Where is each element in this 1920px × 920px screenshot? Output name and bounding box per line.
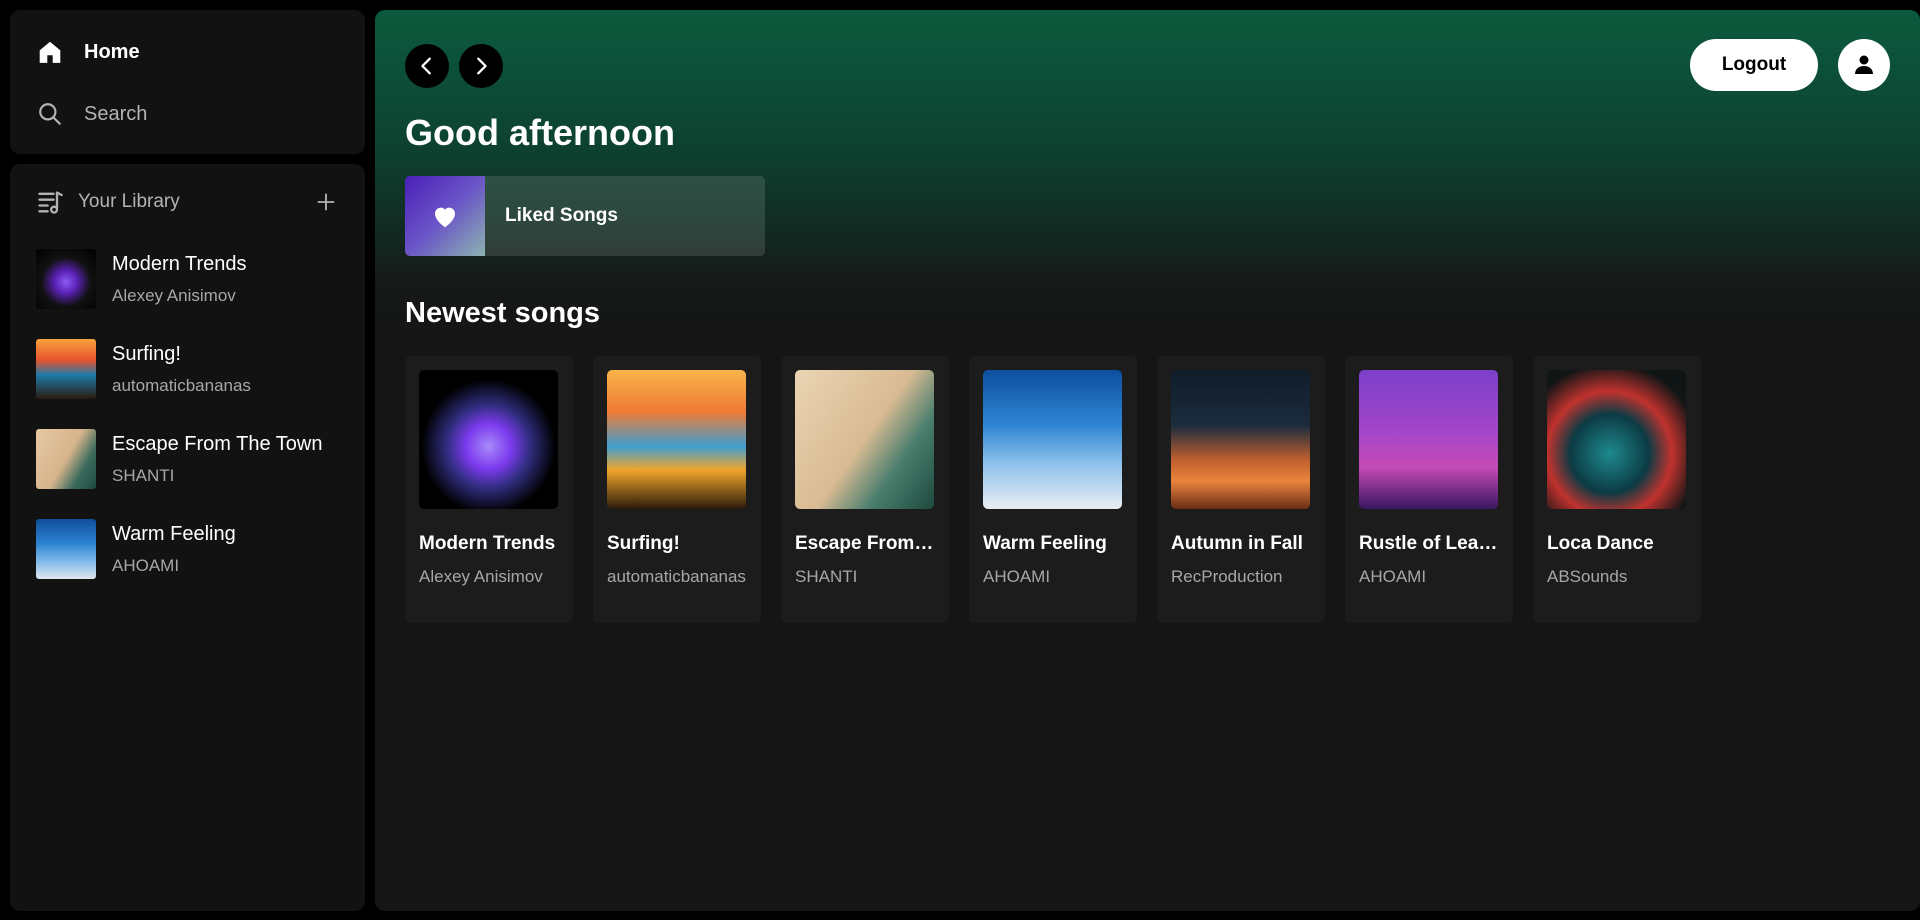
song-title: Surfing! — [607, 533, 680, 554]
song-artist: RecProduction — [1171, 567, 1283, 586]
song-artist: ABSounds — [1547, 567, 1628, 586]
song-card[interactable]: Modern Trends Alexey Anisimov — [405, 356, 573, 623]
search-icon — [36, 100, 64, 128]
album-cover — [36, 429, 96, 489]
sidebar-item-label: Search — [84, 102, 148, 125]
song-card[interactable]: Loca Dance ABSounds — [1533, 356, 1701, 623]
album-cover — [795, 370, 934, 509]
song-card[interactable]: Escape From The Town SHANTI — [781, 356, 949, 623]
home-icon — [36, 38, 64, 66]
history-nav — [405, 44, 503, 88]
main-content[interactable]: Logout Good afternoon Liked Songs Newest… — [375, 10, 1920, 911]
back-button[interactable] — [405, 44, 449, 88]
library-item-title: Modern Trends — [112, 252, 247, 275]
song-card[interactable]: Autumn in Fall RecProduction — [1157, 356, 1325, 623]
library-item[interactable]: Surfing! automaticbananas — [36, 324, 339, 414]
page-title: Good afternoon — [405, 112, 675, 153]
album-cover — [36, 339, 96, 399]
library-item[interactable]: Warm Feeling AHOAMI — [36, 504, 339, 594]
album-cover — [1171, 370, 1310, 509]
library-item[interactable]: Modern Trends Alexey Anisimov — [36, 234, 339, 324]
song-title: Loca Dance — [1547, 533, 1654, 554]
library-item[interactable]: Escape From The Town SHANTI — [36, 414, 339, 504]
library-label: Your Library — [78, 191, 180, 212]
song-title: Modern Trends — [419, 533, 556, 554]
album-cover — [1359, 370, 1498, 509]
song-artist: Alexey Anisimov — [419, 567, 543, 586]
user-icon — [1852, 53, 1876, 77]
library-panel: Your Library Modern Trends Alexey Anisim… — [10, 164, 365, 911]
liked-songs-cover — [405, 176, 485, 256]
album-cover — [983, 370, 1122, 509]
library-item-title: Surfing! — [112, 342, 181, 365]
section-title: Newest songs — [405, 297, 600, 329]
song-artist: AHOAMI — [1359, 567, 1427, 586]
song-title: Autumn in Fall — [1171, 533, 1303, 554]
library-icon — [36, 188, 64, 216]
album-cover — [1547, 370, 1686, 509]
song-title: Rustle of Leaves — [1359, 533, 1499, 554]
liked-songs-label: Liked Songs — [505, 205, 618, 226]
song-grid: Modern Trends Alexey Anisimov Surfing! a… — [405, 356, 1701, 623]
library-item-artist: Alexey Anisimov — [112, 285, 236, 305]
sidebar-item-label: Home — [84, 40, 140, 63]
song-artist: AHOAMI — [983, 567, 1051, 586]
sidebar-item-search[interactable]: Search — [36, 94, 339, 134]
library-header: Your Library — [36, 184, 339, 220]
liked-songs-button[interactable]: Liked Songs — [405, 176, 765, 256]
album-cover — [36, 249, 96, 309]
album-cover — [419, 370, 558, 509]
song-card[interactable]: Warm Feeling AHOAMI — [969, 356, 1137, 623]
forward-button[interactable] — [459, 44, 503, 88]
library-item-artist: automaticbananas — [112, 375, 251, 395]
library-item-artist: AHOAMI — [112, 555, 180, 575]
song-card[interactable]: Surfing! automaticbananas — [593, 356, 761, 623]
song-artist: SHANTI — [795, 567, 858, 586]
chevron-left-icon — [416, 55, 438, 77]
library-item-title: Escape From The Town — [112, 432, 323, 455]
chevron-right-icon — [470, 55, 492, 77]
library-item-artist: SHANTI — [112, 465, 175, 485]
profile-button[interactable] — [1838, 39, 1890, 91]
plus-icon[interactable] — [313, 189, 339, 215]
app-root: Home Search Your Library Modern Trends A… — [0, 0, 1920, 920]
library-title[interactable]: Your Library — [36, 188, 180, 216]
logout-button[interactable]: Logout — [1690, 39, 1818, 91]
song-title: Warm Feeling — [983, 533, 1107, 554]
sidebar-item-home[interactable]: Home — [36, 32, 339, 72]
heart-icon — [430, 201, 460, 231]
song-title: Escape From The Town — [795, 533, 935, 554]
song-artist: automaticbananas — [607, 567, 746, 586]
album-cover — [36, 519, 96, 579]
album-cover — [607, 370, 746, 509]
sidebar-nav: Home Search — [10, 10, 365, 154]
song-card[interactable]: Rustle of Leaves AHOAMI — [1345, 356, 1513, 623]
library-item-title: Warm Feeling — [112, 522, 236, 545]
